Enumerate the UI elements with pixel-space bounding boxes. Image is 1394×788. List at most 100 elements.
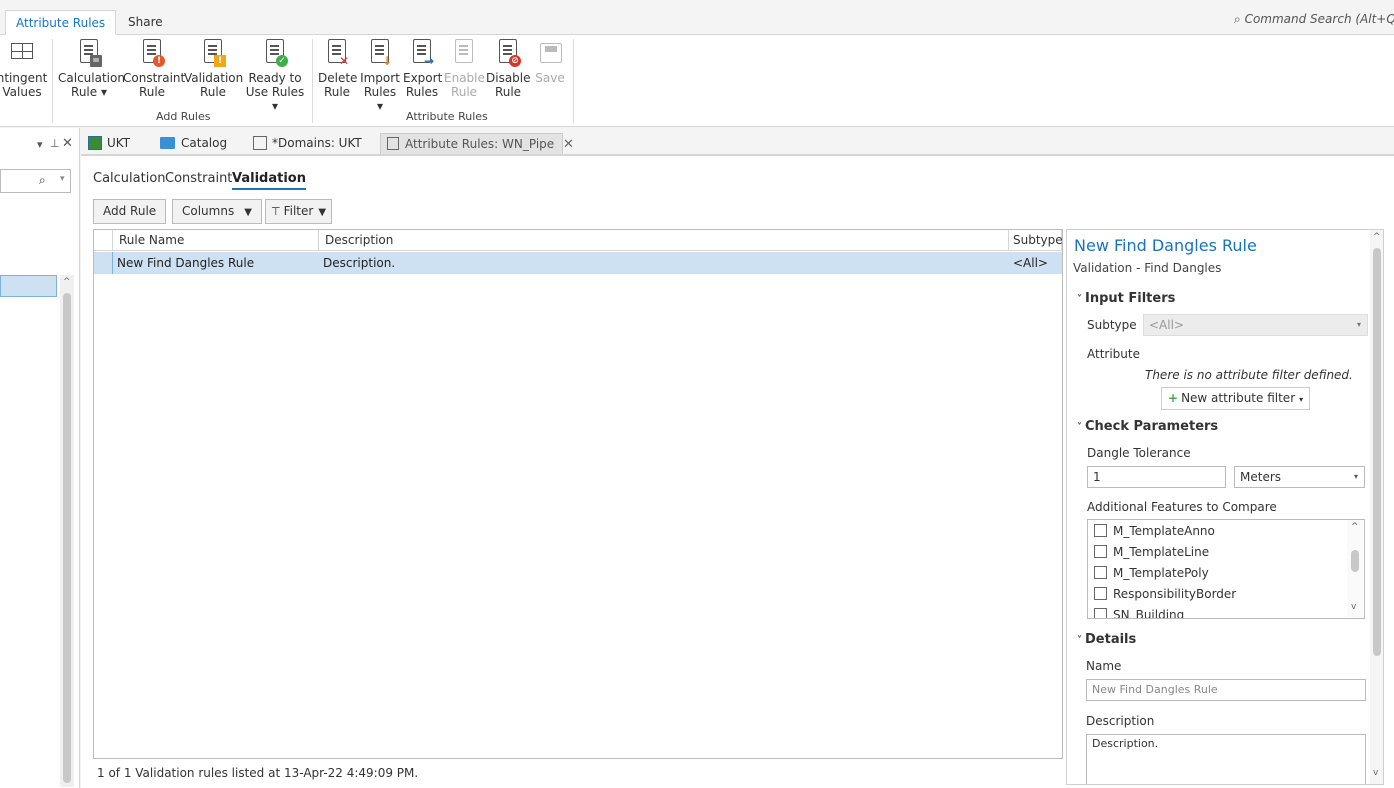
label: Rule — [494, 85, 522, 99]
checkbox[interactable] — [1094, 545, 1107, 558]
label: Ready to — [248, 71, 302, 85]
close-icon[interactable]: ✕ — [62, 136, 73, 151]
list-item[interactable]: M_TemplateAnno — [1094, 521, 1215, 541]
section-input-filters[interactable]: ˅ Input Filters — [1077, 291, 1175, 306]
label: Disable — [486, 71, 531, 85]
features-list: M_TemplateAnno M_TemplateLine M_Template… — [1087, 519, 1365, 619]
group-label-attribute-rules: Attribute Rules — [406, 110, 488, 123]
filter-button[interactable]: ⊤ Filter ▼ — [265, 199, 333, 224]
chevron-up-icon: ^ — [63, 277, 71, 287]
import-rules-button[interactable]: ↓ Import Rules ▾ — [360, 39, 400, 113]
cell-subtype[interactable]: <All> — [1009, 252, 1062, 274]
chevron-down-icon: ▾ — [1299, 395, 1304, 404]
tab-catalog[interactable]: Catalog — [160, 133, 227, 155]
constraint-rule-icon: ! — [141, 39, 165, 67]
contingent-values-button[interactable]: ntingent Values — [0, 39, 48, 99]
subtab-constraint[interactable]: Constraint — [165, 171, 232, 186]
subtab-calculation[interactable]: Calculation — [93, 171, 166, 186]
checkbox[interactable] — [1094, 566, 1107, 579]
filter-icon: ⊤ — [271, 205, 281, 218]
search-input[interactable]: ⌕ ▾ — [0, 169, 71, 193]
label: Rule — [199, 85, 227, 99]
list-item[interactable]: ResponsibilityBorder — [1094, 584, 1236, 604]
tab-ukt[interactable]: UKT — [88, 133, 130, 155]
label: Rule ▾ — [71, 85, 107, 99]
column-header-description[interactable]: Description — [319, 230, 1009, 251]
subtype-label: Subtype — [1087, 318, 1137, 332]
checkbox[interactable] — [1094, 587, 1107, 600]
pane-options-icon[interactable]: ▾ — [37, 138, 43, 151]
subtype-dropdown[interactable]: <All> ▾ — [1143, 314, 1368, 336]
list-item[interactable]: M_TemplateLine — [1094, 542, 1209, 562]
save-button[interactable]: Save — [532, 39, 568, 85]
cell-description[interactable]: Description. — [319, 252, 1009, 274]
panel-scrollbar[interactable]: ^ v — [1370, 230, 1383, 784]
columns-button[interactable]: Columns ▼ — [172, 199, 262, 224]
enable-rule-button[interactable]: Enable Rule — [444, 39, 485, 99]
chevron-down-icon: ▾ — [1356, 320, 1361, 329]
validation-rule-button[interactable]: ! Validation Rule — [184, 39, 244, 99]
tab-domains[interactable]: *Domains: UKT — [253, 133, 362, 155]
disable-rule-button[interactable]: ⊘ Disable Rule — [486, 39, 531, 99]
command-search-placeholder: Command Search (Alt+Q) — [1244, 12, 1394, 26]
chevron-up-icon: ^ — [1373, 232, 1381, 242]
column-header-subtype[interactable]: Subtype — [1009, 230, 1063, 251]
delete-rule-button[interactable]: ✕ Delete Rule — [318, 39, 358, 99]
column-header-rule-name[interactable]: Rule Name — [113, 230, 319, 251]
tab-attribute-rules-wn-pipe[interactable]: Attribute Rules: WN_Pipe ✕ — [380, 133, 574, 155]
label: Use Rules ▾ — [245, 85, 305, 113]
checkbox[interactable] — [1094, 524, 1107, 537]
description-input[interactable]: Description. — [1086, 734, 1366, 784]
chevron-down-icon: v — [1373, 768, 1379, 778]
command-search[interactable]: ⌕ Command Search (Alt+Q) — [1234, 12, 1394, 32]
cell-rule-name[interactable]: New Find Dangles Rule — [113, 252, 319, 274]
no-filter-text: There is no attribute filter defined. — [1145, 368, 1353, 382]
search-icon: ⌕ — [1234, 12, 1241, 26]
name-input[interactable]: New Find Dangles Rule — [1086, 679, 1366, 701]
label: Delete — [318, 71, 358, 85]
subtab-validation[interactable]: Validation — [232, 171, 306, 190]
label: Validation — [184, 71, 244, 85]
ready-to-use-rules-button[interactable]: ✓ Ready to Use Rules ▾ — [244, 39, 306, 113]
add-rule-button[interactable]: Add Rule — [93, 199, 167, 224]
left-pane: ▾ ⊥ ✕ ⌕ ▾ ^ — [0, 128, 80, 788]
label: ntingent — [0, 71, 48, 85]
dangle-tolerance-input[interactable]: 1 — [1087, 466, 1226, 488]
scrollbar[interactable]: ^ v — [1347, 520, 1363, 618]
scrollbar[interactable]: ^ — [60, 275, 74, 787]
tab-label: *Domains: UKT — [272, 136, 362, 150]
scrollbar-thumb[interactable] — [63, 293, 71, 783]
status-text: 1 of 1 Validation rules listed at 13-Apr… — [97, 766, 419, 780]
section-details[interactable]: ˅ Details — [1077, 632, 1136, 647]
list-item[interactable]: M_TemplatePoly — [1094, 563, 1209, 583]
feature-label: M_TemplateAnno — [1113, 524, 1215, 538]
list-item[interactable]: SN_Building — [1094, 605, 1184, 618]
panel-title: New Find Dangles Rule — [1074, 236, 1257, 255]
label: Values — [2, 85, 42, 99]
export-rules-button[interactable]: → Export Rules — [403, 39, 442, 99]
section-label: Details — [1085, 632, 1137, 647]
section-label: Input Filters — [1085, 291, 1176, 306]
label: Calculation — [58, 71, 125, 85]
label: Enable — [444, 71, 485, 85]
section-check-parameters[interactable]: ˅ Check Parameters — [1077, 419, 1218, 434]
export-rules-icon: → — [411, 39, 434, 67]
selected-tree-item[interactable] — [0, 275, 57, 297]
feature-label: M_TemplateLine — [1113, 545, 1210, 559]
new-attribute-filter-button[interactable]: + New attribute filter ▾ — [1161, 387, 1311, 410]
label: Save — [535, 71, 565, 85]
save-icon — [539, 39, 562, 67]
label: Import — [360, 71, 400, 85]
scrollbar-thumb[interactable] — [1351, 550, 1359, 572]
tab-share[interactable]: Share — [118, 10, 173, 35]
tolerance-unit-dropdown[interactable]: Meters ▾ — [1234, 466, 1365, 488]
pin-icon[interactable]: ⊥ — [50, 137, 60, 150]
calculation-rule-button[interactable]: = Calculation Rule ▾ — [58, 39, 125, 99]
close-tab-icon[interactable]: ✕ — [563, 137, 574, 152]
button-label: New attribute filter — [1181, 391, 1296, 405]
checkbox[interactable] — [1094, 608, 1107, 618]
row-selector[interactable] — [94, 252, 113, 274]
constraint-rule-button[interactable]: ! Constraint Rule — [123, 39, 185, 99]
tab-attribute-rules[interactable]: Attribute Rules — [5, 10, 117, 35]
scrollbar-thumb[interactable] — [1373, 248, 1381, 656]
